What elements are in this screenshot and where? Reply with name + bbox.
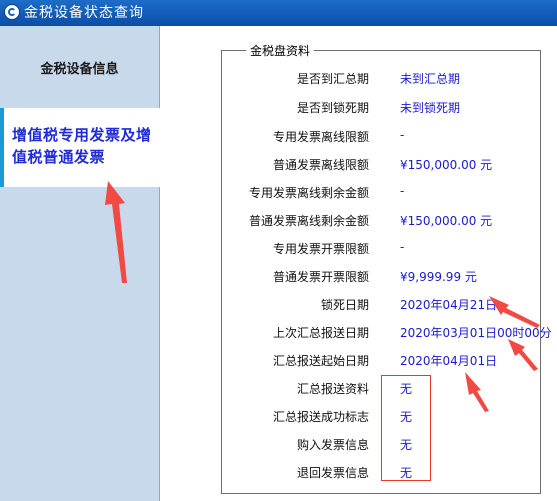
annotation-arrows [105, 181, 540, 412]
arrow-to-tab-icon [105, 181, 127, 283]
arrow-to-last-report-date-icon [508, 339, 538, 371]
annotation-arrows-group [105, 181, 540, 412]
arrow-to-lock-date-icon [489, 296, 540, 328]
arrow-to-report-start-date-icon [465, 372, 489, 412]
